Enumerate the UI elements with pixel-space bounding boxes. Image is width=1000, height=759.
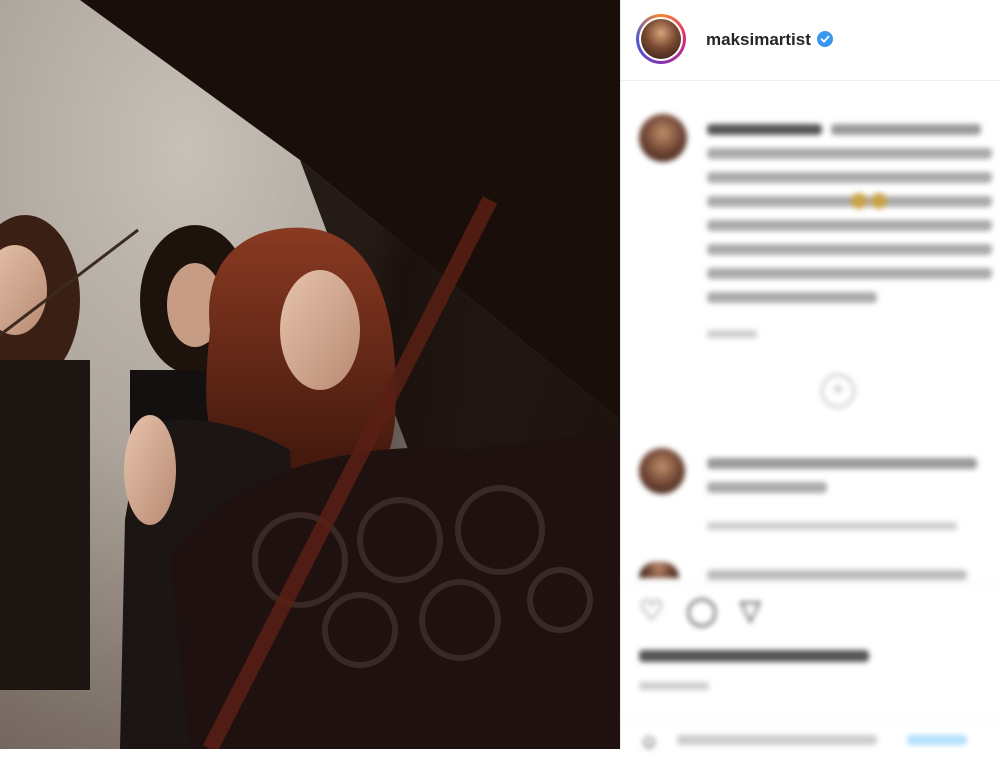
avatar[interactable] [636, 14, 686, 64]
username-link[interactable]: maksimartist [706, 30, 811, 50]
verified-badge-icon [817, 31, 833, 47]
post-header: maksimartist [621, 0, 1000, 81]
post-photo[interactable] [0, 0, 620, 749]
comment-text-blurred-2 [707, 570, 967, 580]
add-comment-bar: ☺ [621, 718, 1000, 759]
comments-area: + ♡ ◯ ▽ ☺ [621, 82, 1000, 753]
plus-circle-icon[interactable]: + [821, 374, 855, 408]
caption-text-blurred [707, 124, 992, 338]
post-side-panel: maksimartist + ♡ ◯ ▽ ☺ [621, 0, 1000, 753]
action-bar: ♡ ◯ ▽ [639, 594, 761, 627]
photo-illustration [0, 0, 620, 749]
heart-icon[interactable]: ♡ [639, 594, 664, 627]
share-icon[interactable]: ▽ [739, 594, 761, 627]
comment-icon[interactable]: ◯ [686, 594, 717, 627]
comment-input-blurred[interactable] [677, 727, 977, 757]
emoji-icon[interactable]: ☺ [639, 731, 659, 754]
